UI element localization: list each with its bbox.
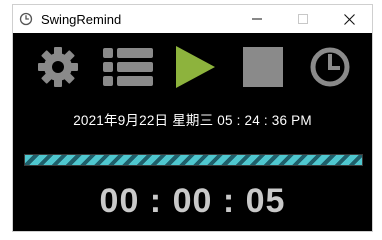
minimize-icon xyxy=(252,18,262,20)
play-icon xyxy=(176,46,215,88)
minimize-button[interactable] xyxy=(234,5,280,33)
window-title: SwingRemind xyxy=(41,11,122,27)
stop-icon xyxy=(243,47,283,87)
list-icon xyxy=(103,48,153,86)
app-clock-icon xyxy=(19,12,33,26)
gear-icon xyxy=(38,47,78,87)
stop-button[interactable] xyxy=(241,45,285,89)
play-button[interactable] xyxy=(173,45,217,89)
app-window: SwingRemind 2021年9月22日 星期三 05: 24: 36 … xyxy=(12,4,373,232)
title-bar[interactable]: SwingRemind xyxy=(13,5,372,33)
countdown-timer: 00 : 00 : 05 xyxy=(99,182,286,220)
maximize-icon xyxy=(298,14,308,24)
close-icon xyxy=(343,13,355,25)
close-button[interactable] xyxy=(326,5,372,33)
toolbar xyxy=(13,45,372,89)
clock-icon xyxy=(310,47,350,87)
window-controls xyxy=(234,5,372,33)
list-button[interactable] xyxy=(102,45,154,89)
settings-button[interactable] xyxy=(36,45,80,89)
current-datetime: 2021年9月22日 星期三 05 : 24 : 36 PM xyxy=(73,113,312,128)
maximize-button[interactable] xyxy=(280,5,326,33)
alarm-button[interactable] xyxy=(308,45,352,89)
progress-bar xyxy=(24,154,363,166)
progress-fill xyxy=(25,155,362,165)
